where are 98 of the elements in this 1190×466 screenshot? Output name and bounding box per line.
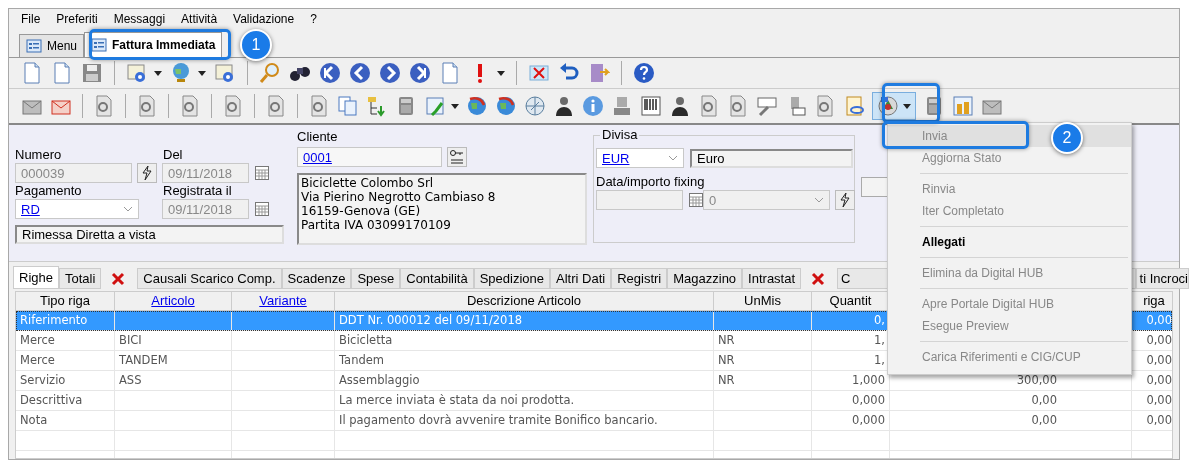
document-tab[interactable]: Menu: [19, 34, 85, 57]
payment-combo[interactable]: RD: [15, 199, 139, 219]
page-icon[interactable]: [222, 95, 244, 117]
first-icon[interactable]: [319, 62, 341, 84]
caret-icon[interactable]: [198, 70, 206, 76]
address-line: Partita IVA 03099170109: [301, 218, 452, 232]
column-header[interactable]: Descrizione Articolo: [335, 292, 714, 310]
stamp-icon[interactable]: [611, 95, 633, 117]
page-icon[interactable]: [698, 95, 720, 117]
page-icon[interactable]: [179, 95, 201, 117]
info-icon[interactable]: [582, 95, 604, 117]
page-icon[interactable]: [727, 95, 749, 117]
table-row[interactable]: Descrittiva La merce inviata è stata da noi prodotta. 0,000 0,00 0,00: [16, 391, 1172, 411]
page-icon[interactable]: [265, 95, 287, 117]
globe-icon[interactable]: [495, 95, 517, 117]
detail-tab[interactable]: Causali Scarico Comp.: [137, 268, 282, 289]
last-icon[interactable]: [409, 62, 431, 84]
detail-tab[interactable]: ti Incroci: [1135, 268, 1189, 289]
globe-icon[interactable]: [466, 95, 488, 117]
calendar-icon[interactable]: [255, 202, 269, 216]
page-icon[interactable]: [308, 95, 330, 117]
back-icon[interactable]: [349, 62, 371, 84]
currency-combo[interactable]: EUR: [596, 148, 684, 168]
client-field[interactable]: 0001: [297, 147, 442, 167]
form-icon: [91, 37, 108, 53]
detail-tab[interactable]: Spedizione: [473, 268, 550, 289]
tree-icon[interactable]: [366, 95, 388, 117]
close-icon[interactable]: [111, 272, 126, 286]
detail-tab[interactable]: Contabilità: [400, 268, 474, 289]
detail-tab[interactable]: Intrastat: [742, 268, 802, 289]
address-line: Biciclette Colombo Srl: [301, 176, 435, 190]
column-header[interactable]: Articolo: [115, 292, 232, 310]
group-label: Divisa: [600, 127, 640, 142]
detail-tab[interactable]: Altri Dati: [550, 268, 612, 289]
key-sort-icon[interactable]: [447, 147, 467, 167]
page-icon[interactable]: [51, 62, 73, 84]
address-line: 16159-Genova (GE): [301, 204, 422, 218]
page-icon[interactable]: [93, 95, 115, 117]
pages-icon[interactable]: [337, 95, 359, 117]
field-label: Data/importo fixing: [596, 174, 706, 190]
door-icon[interactable]: [588, 62, 610, 84]
menu-item[interactable]: Attività: [173, 12, 226, 26]
search-icon[interactable]: [259, 62, 281, 84]
calendar-icon[interactable]: [689, 193, 703, 207]
field-label: Numero: [15, 147, 63, 163]
person-icon[interactable]: [553, 95, 575, 117]
globe-icon[interactable]: [170, 62, 192, 84]
address-line: Via Pierino Negrotto Cambiaso 8: [301, 190, 497, 204]
column-header[interactable]: Tipo riga: [16, 292, 115, 310]
fixing-date-field[interactable]: [596, 190, 683, 210]
column-header[interactable]: Variante: [232, 292, 335, 310]
caret-icon[interactable]: [497, 70, 505, 76]
page-icon[interactable]: [21, 62, 43, 84]
chevron-icon: [814, 197, 824, 203]
detail-tab[interactable]: Scadenze: [281, 268, 352, 289]
page-icon[interactable]: [439, 62, 461, 84]
table-row[interactable]: Nota Il pagamento dovrà avvenire tramite Bonifico bancario. 0,000 0,00 0,00: [16, 411, 1172, 431]
menu-item[interactable]: Allegati: [888, 231, 1131, 253]
menu-item[interactable]: Validazione: [225, 12, 303, 26]
forward-icon[interactable]: [379, 62, 401, 84]
detail-tab[interactable]: Registri: [611, 268, 668, 289]
payment-description: Rimessa Diretta a vista: [15, 225, 284, 244]
help-icon[interactable]: [633, 62, 655, 84]
field-label: Cliente: [297, 129, 339, 145]
menu-item[interactable]: File: [13, 12, 49, 26]
lightning-icon[interactable]: [137, 163, 157, 183]
menu-item[interactable]: ?: [302, 12, 325, 26]
menu-item[interactable]: Messaggi: [105, 12, 174, 26]
calendar-icon[interactable]: [255, 166, 269, 180]
floppy-icon[interactable]: [81, 62, 103, 84]
close-icon[interactable]: [811, 272, 826, 286]
column-header[interactable]: UnMis: [714, 292, 812, 310]
seal-dropdown-button[interactable]: [872, 92, 916, 120]
page-icon[interactable]: [136, 95, 158, 117]
seal-icon: [877, 95, 899, 117]
detail-tab[interactable]: Magazzino: [667, 268, 743, 289]
notebook-icon[interactable]: [843, 95, 865, 117]
field-label: Registrata il: [163, 183, 232, 199]
detail-tab[interactable]: Spese: [351, 268, 401, 289]
page-icon[interactable]: [814, 95, 836, 117]
currency-name-field: Euro: [690, 148, 853, 168]
menu-item[interactable]: Preferiti: [48, 12, 106, 26]
barcode-icon[interactable]: [640, 95, 662, 117]
field-label: Del: [163, 147, 183, 163]
detail-tab[interactable]: Righe: [13, 266, 59, 289]
form-icon: [26, 38, 42, 54]
chevron-icon: [668, 155, 678, 161]
chevron-icon: [123, 206, 133, 212]
lightning-icon[interactable]: [835, 190, 855, 210]
field-label: Pagamento: [15, 183, 83, 199]
person-icon[interactable]: [669, 95, 691, 117]
caret-icon[interactable]: [154, 70, 162, 76]
document-tab[interactable]: Fattura Immediata: [84, 32, 223, 57]
compass-icon[interactable]: [524, 95, 546, 117]
delete-icon[interactable]: [528, 62, 550, 84]
caret-icon[interactable]: [451, 103, 459, 109]
caret-icon: [903, 103, 911, 109]
detail-tab[interactable]: Totali: [58, 268, 102, 289]
